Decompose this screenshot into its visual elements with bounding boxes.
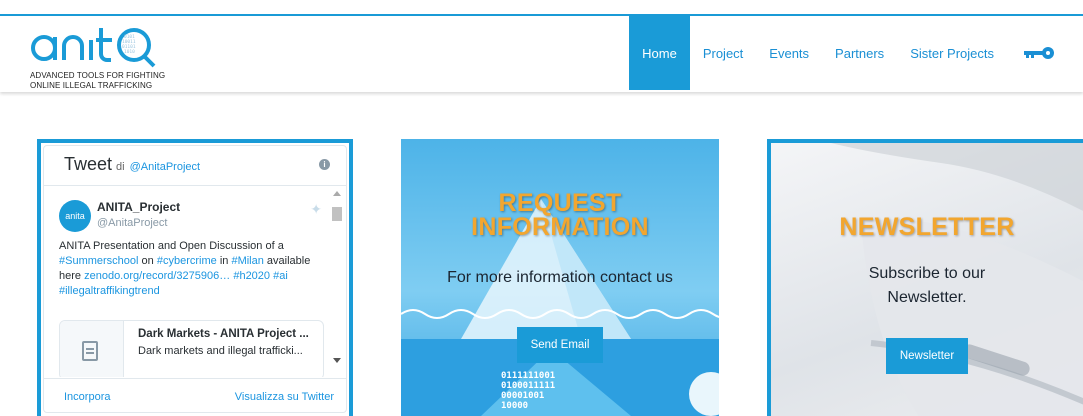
request-title: REQUEST INFORMATION — [401, 189, 719, 241]
document-icon — [82, 341, 98, 361]
tweet-text-on: on — [141, 255, 154, 267]
embed-link[interactable]: Incorpora — [64, 391, 110, 403]
login-key-link[interactable] — [1007, 16, 1083, 90]
tweet-di: di — [116, 161, 125, 173]
request-title-line-2: INFORMATION — [471, 213, 649, 241]
site-header: 0101 10011 01101 1010 ADVANCED TOOLS FOR… — [0, 16, 1083, 92]
hashtag-cybercrime[interactable]: #cybercrime — [157, 255, 217, 267]
twitter-widget-title: Tweet di @AnitaProject — [64, 154, 200, 175]
tweet-author-name[interactable]: ANITA_Project — [97, 200, 180, 214]
nav-sister-projects[interactable]: Sister Projects — [897, 16, 1007, 90]
tweet-text-in: in — [219, 255, 229, 267]
link-card-thumbnail — [60, 321, 124, 377]
link-card-description: Dark markets and illegal trafficki... — [138, 345, 303, 357]
info-icon[interactable]: i — [319, 159, 330, 170]
tweet-author-handle[interactable]: @AnitaProject — [97, 217, 167, 229]
tagline-line-1: ADVANCED TOOLS FOR FIGHTING — [30, 71, 166, 80]
binary-line: 00001001 — [501, 391, 545, 401]
send-email-button[interactable]: Send Email — [517, 327, 603, 363]
zenodo-link[interactable]: zenodo.org/record/3275906… — [84, 270, 230, 282]
nav-events[interactable]: Events — [756, 16, 822, 90]
binary-line: 10000 — [501, 401, 529, 411]
twitter-widget-footer: Incorpora Visualizza su Twitter — [44, 378, 346, 412]
twitter-header-handle[interactable]: @AnitaProject — [130, 161, 200, 173]
scroll-thumb[interactable] — [332, 207, 342, 221]
nav-partners[interactable]: Partners — [822, 16, 897, 90]
tweet-text-here: here — [59, 270, 82, 282]
nav-home[interactable]: Home — [629, 16, 690, 90]
view-on-twitter-link[interactable]: Visualizza su Twitter — [235, 391, 334, 403]
binary-decoration: 0111111001 0100011111 00001001 10000 — [501, 371, 555, 411]
tagline-line-2: ONLINE ILLEGAL TRAFFICKING — [30, 81, 153, 90]
scroll-down-arrow-icon[interactable] — [333, 358, 341, 363]
tweet-text-1: ANITA Presentation and Open Discussion o… — [59, 240, 284, 252]
twitter-timeline-widget: Tweet di @AnitaProject i anita ANITA_Proj… — [43, 145, 347, 413]
binary-line: 0100011111 — [501, 381, 556, 391]
logo-tagline: ADVANCED TOOLS FOR FIGHTING ONLINE ILLEG… — [30, 71, 200, 91]
hashtag-ai[interactable]: #ai — [273, 270, 288, 282]
request-subtitle: For more information contact us — [447, 269, 673, 286]
hashtag-summerschool[interactable]: #Summerschool — [59, 255, 138, 267]
newsletter-title: NEWSLETTER — [839, 213, 1015, 241]
hashtag-illegaltraffikingtrend[interactable]: #illegaltraffikingtrend — [59, 285, 160, 297]
nav-project[interactable]: Project — [690, 16, 756, 90]
scroll-up-arrow-icon[interactable] — [333, 191, 341, 196]
newsletter-subtitle: Subscribe to our Newsletter. — [868, 265, 986, 306]
tweet-title: Tweet — [64, 154, 113, 174]
newsletter-card: NEWSLETTER Subscribe to our Newsletter. … — [767, 139, 1083, 416]
avatar[interactable]: anita — [59, 200, 91, 232]
tweet-text: ANITA Presentation and Open Discussion o… — [59, 239, 324, 299]
hashtag-milan[interactable]: #Milan — [231, 255, 263, 267]
twitter-widget-header: Tweet di @AnitaProject i — [44, 146, 346, 186]
tweet-scrollbar[interactable] — [331, 189, 343, 375]
main-nav: Home Project Events Partners Sister Proj… — [629, 16, 1083, 90]
newsletter-button[interactable]: Newsletter — [886, 338, 968, 374]
tweet-text-available: available — [266, 255, 311, 267]
twitter-bird-icon[interactable]: ✦ — [310, 201, 322, 218]
anita-logo-mark: 0101 10011 01101 1010 — [31, 28, 156, 68]
svg-text:1010: 1010 — [124, 49, 135, 55]
twitter-card: Tweet di @AnitaProject i anita ANITA_Proj… — [37, 139, 353, 416]
tweet-list[interactable]: anita ANITA_Project @AnitaProject ✦ ANIT… — [44, 187, 332, 377]
request-info-card: REQUEST INFORMATION For more information… — [401, 139, 719, 416]
request-title-line-1: REQUEST — [498, 189, 622, 217]
link-card-title: Dark Markets - ANITA Project ... — [138, 328, 309, 340]
site-logo[interactable]: 0101 10011 01101 1010 ADVANCED TOOLS FOR… — [30, 20, 190, 90]
hashtag-h2020[interactable]: #h2020 — [233, 270, 270, 282]
key-icon — [1024, 47, 1054, 59]
binary-line: 0111111001 — [501, 371, 556, 381]
tweet-link-card[interactable]: Dark Markets - ANITA Project ... Dark ma… — [59, 320, 324, 377]
